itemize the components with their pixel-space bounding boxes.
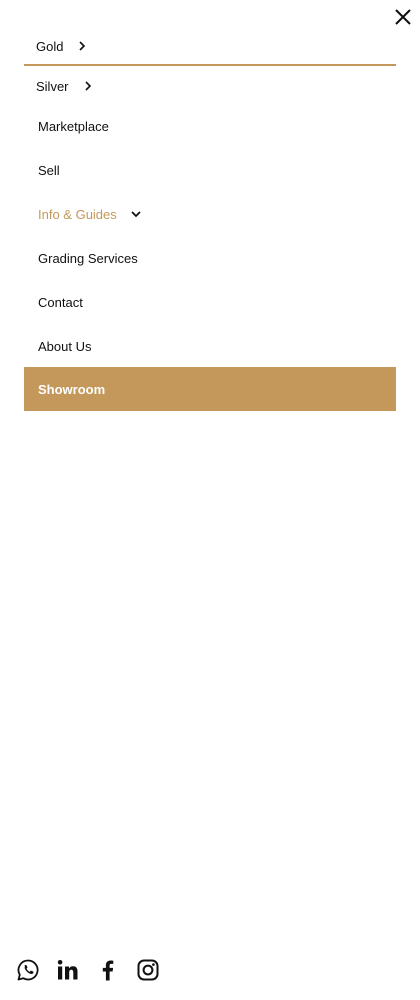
menu-item-gold[interactable]: Gold [24,28,396,66]
menu-item-info-guides[interactable]: Info & Guides [24,192,396,236]
chevron-down-icon [131,209,141,219]
linkedin-icon[interactable] [56,958,80,982]
instagram-icon[interactable] [136,958,160,982]
menu-item-label: About Us [38,338,92,354]
chevron-right-icon [83,81,93,91]
menu-item-label: Info & Guides [38,206,117,222]
chevron-right-icon [77,41,87,51]
menu-item-label: Grading Services [38,250,138,266]
menu-item-sell[interactable]: Sell [24,148,396,192]
menu-item-marketplace[interactable]: Marketplace [24,104,396,148]
menu-item-label: Sell [38,162,60,178]
menu-item-label: Silver [36,78,69,94]
menu-item-grading-services[interactable]: Grading Services [24,236,396,280]
whatsapp-icon[interactable] [16,958,40,982]
menu-item-label: Contact [38,294,83,310]
menu-item-showroom[interactable]: Showroom [24,367,396,411]
menu-item-about-us[interactable]: About Us [24,324,396,368]
menu-item-silver[interactable]: Silver [24,68,396,104]
menu-item-label: Marketplace [38,118,109,134]
facebook-icon[interactable] [96,958,120,982]
close-icon[interactable] [393,7,413,27]
menu-item-contact[interactable]: Contact [24,280,396,324]
menu-item-label: Showroom [38,381,106,397]
social-links [16,958,160,982]
menu-item-label: Gold [36,38,64,54]
